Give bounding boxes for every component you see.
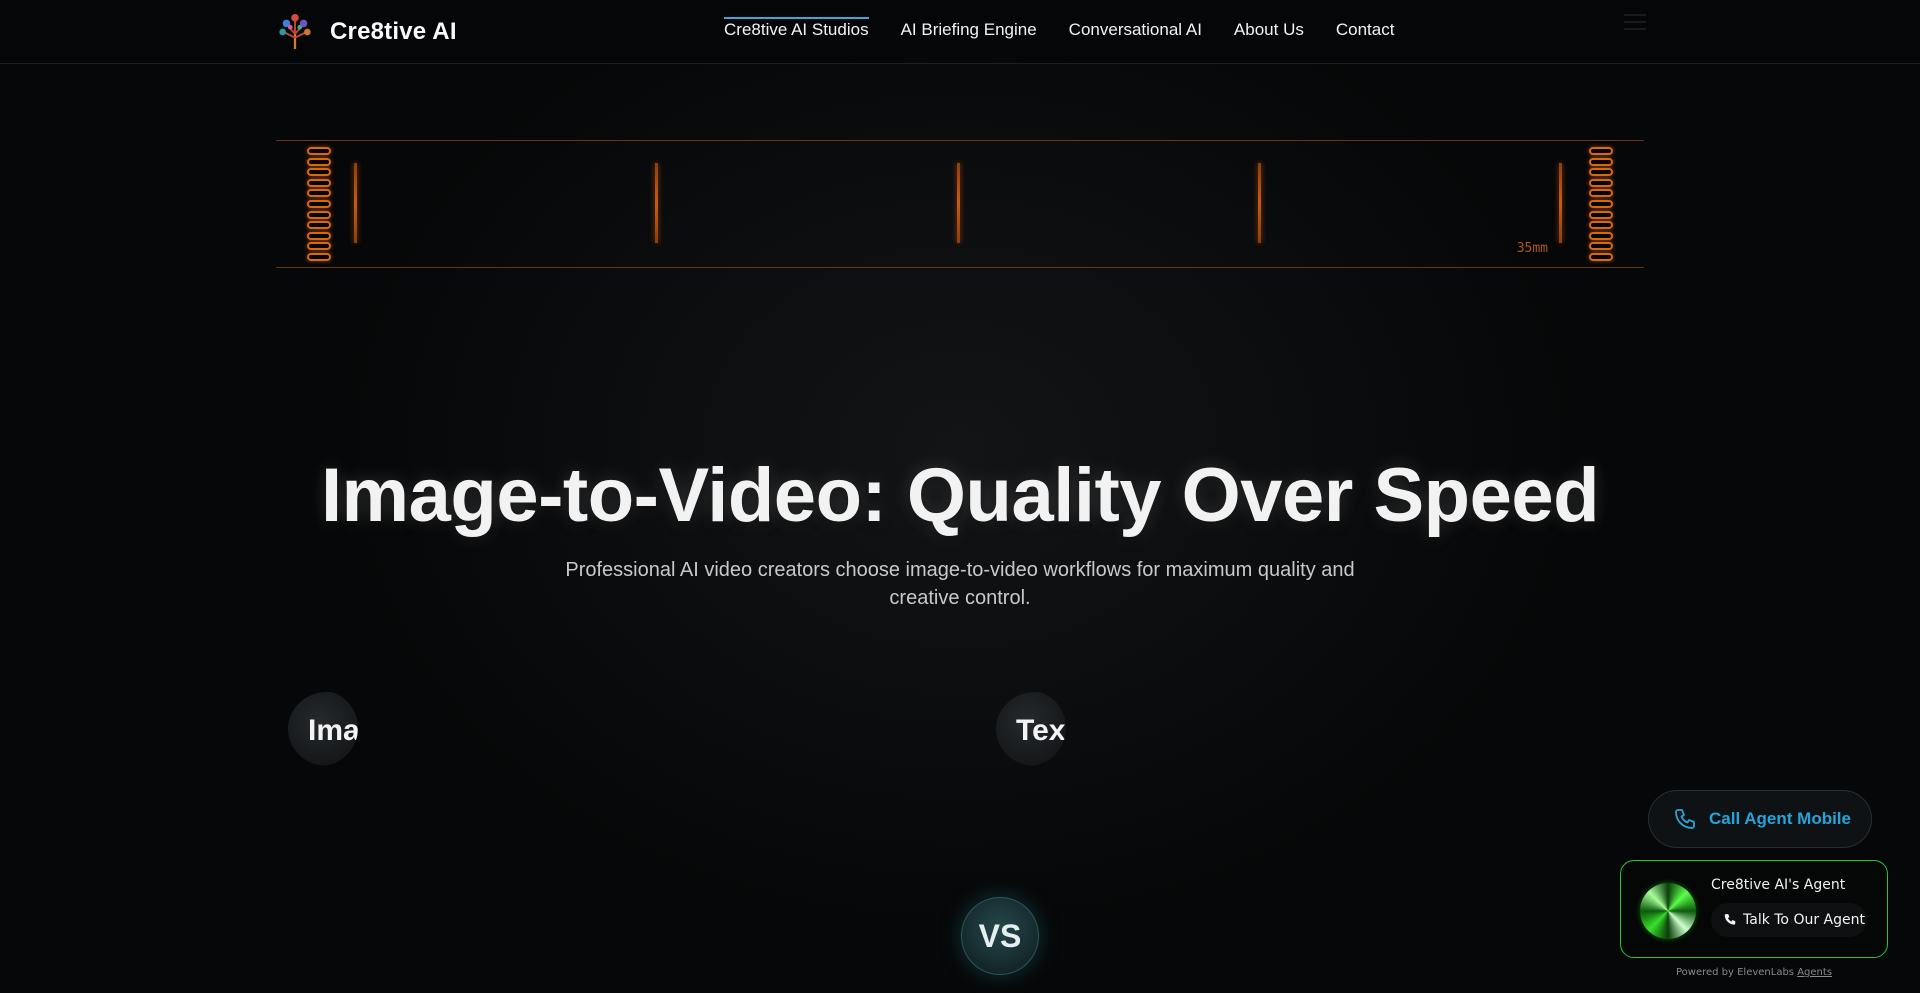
film-frame-divider bbox=[354, 163, 357, 243]
film-strip: 35mm bbox=[276, 140, 1644, 268]
nav-link-briefing-engine[interactable]: AI Briefing Engine bbox=[901, 20, 1037, 40]
powered-by-agents-link[interactable]: Agents bbox=[1797, 967, 1832, 978]
call-agent-label: Call Agent Mobile bbox=[1709, 809, 1851, 828]
menu-icon[interactable] bbox=[1624, 14, 1646, 32]
brand[interactable]: Cre8tive AI bbox=[276, 12, 457, 52]
powered-by-text: Powered by ElevenLabs bbox=[1675, 967, 1795, 978]
text-to-video-card[interactable]: Tex bbox=[986, 690, 1066, 766]
film-frame-divider bbox=[1258, 163, 1261, 243]
agent-widget: Cre8tive AI's Agent Talk To Our Agent bbox=[1620, 860, 1888, 958]
nav-link-conversational-ai[interactable]: Conversational AI bbox=[1069, 20, 1202, 40]
film-frame-divider bbox=[1559, 163, 1562, 243]
film-sprockets-left bbox=[307, 147, 331, 261]
call-agent-mobile-button[interactable]: Call Agent Mobile bbox=[1648, 790, 1872, 848]
film-sprockets-right bbox=[1589, 147, 1613, 261]
nav-links: Cre8tive AI Studios AI Briefing Engine C… bbox=[724, 17, 1395, 40]
top-navigation: Cre8tive AI Cre8tive AI Studios AI Brief… bbox=[0, 0, 1920, 64]
card-title: Tex bbox=[1016, 714, 1066, 747]
vs-badge: VS bbox=[961, 897, 1039, 975]
image-to-video-card[interactable]: Ima bbox=[278, 690, 358, 766]
talk-to-agent-label: Talk To Our Agent bbox=[1743, 912, 1865, 928]
film-format-label: 35mm bbox=[1516, 241, 1548, 256]
phone-icon bbox=[1724, 914, 1736, 925]
phone-icon bbox=[1675, 809, 1695, 829]
brand-name: Cre8tive AI bbox=[330, 18, 457, 45]
powered-by-note: Powered by ElevenLabs Agents bbox=[1620, 967, 1888, 978]
agent-name: Cre8tive AI's Agent bbox=[1711, 877, 1846, 893]
film-frame-divider bbox=[957, 163, 960, 243]
nav-link-about-us[interactable]: About Us bbox=[1234, 20, 1304, 40]
nav-link-studios[interactable]: Cre8tive AI Studios bbox=[724, 17, 869, 40]
hero-title: Image-to-Video: Quality Over Speed bbox=[320, 453, 1600, 538]
film-frame-divider bbox=[655, 163, 658, 243]
card-title: Ima bbox=[308, 714, 358, 747]
agent-orb-avatar bbox=[1640, 883, 1696, 939]
tree-logo-icon bbox=[279, 13, 311, 50]
nav-link-contact[interactable]: Contact bbox=[1336, 20, 1395, 40]
hero-subtitle: Professional AI video creators choose im… bbox=[565, 559, 1355, 609]
talk-to-agent-button[interactable]: Talk To Our Agent bbox=[1711, 903, 1867, 937]
